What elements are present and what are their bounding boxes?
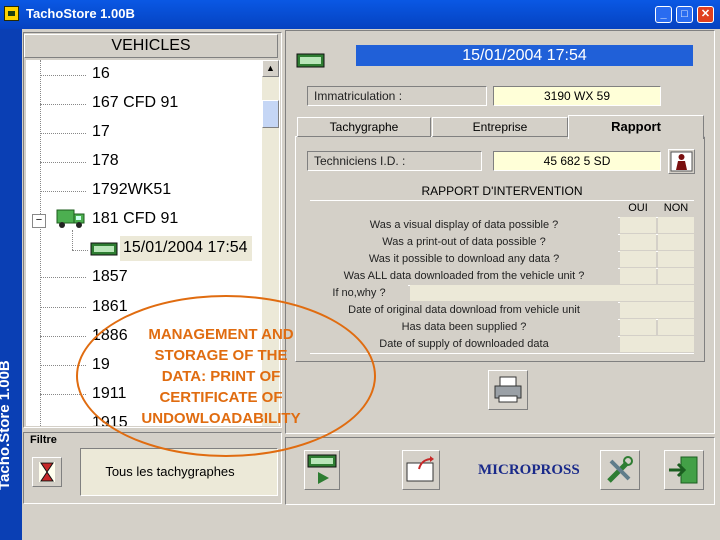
filter-button[interactable] — [32, 457, 62, 487]
tree-item[interactable]: 17 — [92, 123, 110, 141]
annotation-line: DATA: PRINT OF — [161, 368, 281, 385]
tree-expander[interactable]: − — [32, 214, 46, 228]
answer-non[interactable] — [658, 234, 694, 250]
print-button[interactable] — [488, 370, 528, 410]
tools-button[interactable] — [600, 450, 640, 490]
answer-non[interactable] — [658, 319, 694, 335]
answer-oui[interactable] — [620, 217, 656, 233]
tree-item[interactable]: 167 CFD 91 — [92, 94, 178, 112]
download-button[interactable] — [304, 450, 340, 490]
scroll-up-button[interactable]: ▲ — [262, 60, 279, 77]
immat-field[interactable]: 3190 WX 59 — [493, 86, 661, 106]
hourglass-icon — [39, 462, 55, 482]
question-label: Was ALL data downloaded from the vehicle… — [310, 268, 618, 284]
date-field[interactable] — [620, 336, 694, 352]
export-card-icon — [406, 456, 434, 482]
answer-oui[interactable] — [620, 251, 656, 267]
technician-button[interactable] — [668, 149, 695, 174]
annotation-text: MANAGEMENT AND STORAGE OF THE DATA: PRIN… — [128, 324, 314, 429]
micropross-logo: MICROPROSS — [478, 462, 580, 478]
answer-oui[interactable] — [620, 234, 656, 250]
question-row: Was it possible to download any data ? — [310, 251, 694, 269]
annotation-line: UNDOWLOADABILITY — [141, 410, 301, 427]
report-header-row: OUI NON — [310, 200, 694, 218]
question-label: Was a visual display of data possible ? — [310, 217, 618, 233]
vehicles-header: VEHICLES — [24, 34, 278, 58]
export-button[interactable] — [402, 450, 440, 490]
tools-icon — [607, 456, 633, 483]
maximize-button[interactable]: □ — [676, 6, 693, 23]
answer-non[interactable] — [658, 268, 694, 284]
annotation-line: MANAGEMENT AND — [148, 326, 294, 343]
scroll-thumb[interactable] — [262, 100, 279, 128]
tree-item[interactable]: 181 CFD 91 — [92, 210, 178, 228]
why-field[interactable] — [410, 285, 694, 301]
tachograph-play-icon — [307, 454, 337, 484]
filter-value: Tous les tachygraphes — [105, 464, 235, 479]
question-label: Has data been supplied ? — [310, 319, 618, 335]
tab-tachygraphe[interactable]: Tachygraphe — [297, 117, 431, 137]
exit-button[interactable] — [664, 450, 704, 490]
tachograph-icon — [90, 242, 118, 256]
filter-label: Filtre — [30, 434, 57, 446]
question-row: Was ALL data downloaded from the vehicle… — [310, 268, 694, 286]
tab-rapport[interactable]: Rapport — [568, 115, 704, 139]
report-title: RAPPORT D'INTERVENTION — [310, 183, 694, 201]
technician-icon — [670, 151, 693, 172]
tree-item-selected[interactable]: 15/01/2004 17:54 — [123, 239, 248, 257]
tech-field[interactable]: 45 682 5 SD — [493, 151, 661, 171]
answer-oui[interactable] — [620, 319, 656, 335]
minimize-button[interactable]: _ — [655, 6, 672, 23]
question-row: Was a visual display of data possible ? — [310, 217, 694, 235]
annotation-line: STORAGE OF THE — [154, 347, 288, 364]
question-row: Date of original data download from vehi… — [310, 302, 694, 320]
answer-oui[interactable] — [620, 268, 656, 284]
window-title: TachoStore 1.00B — [26, 6, 135, 21]
tab-entreprise[interactable]: Entreprise — [432, 117, 568, 137]
question-label: Date of original data download from vehi… — [310, 302, 618, 318]
question-row: Has data been supplied ? — [310, 319, 694, 337]
tree-item[interactable]: 1857 — [92, 268, 128, 286]
question-label: Was it possible to download any data ? — [310, 251, 618, 267]
truck-icon — [56, 209, 85, 228]
close-button[interactable]: ✕ — [697, 6, 714, 23]
printer-icon — [494, 376, 522, 403]
annotation-line: CERTIFICATE OF — [159, 389, 283, 406]
answer-non[interactable] — [658, 251, 694, 267]
question-label: Was a print-out of data possible ? — [310, 234, 618, 250]
question-row: If no,why ? — [310, 285, 694, 303]
tree-item[interactable]: 1861 — [92, 298, 128, 316]
date-field[interactable] — [620, 302, 694, 318]
tachograph-icon — [296, 53, 325, 68]
tech-label: Techniciens I.D. : — [314, 154, 406, 168]
app-icon — [4, 6, 19, 21]
answer-non[interactable] — [658, 217, 694, 233]
tree-item[interactable]: 1792WK51 — [92, 181, 171, 199]
tree-item[interactable]: 178 — [92, 152, 119, 170]
record-datetime: 15/01/2004 17:54 — [356, 45, 693, 66]
question-row: Was a print-out of data possible ? — [310, 234, 694, 252]
immat-label: Immatriculation : — [314, 89, 403, 103]
tree-item[interactable]: 16 — [92, 65, 110, 83]
col-non: NON — [663, 202, 689, 214]
question-label: If no,why ? — [310, 285, 408, 301]
col-oui: OUI — [628, 202, 648, 214]
exit-door-icon — [669, 456, 698, 484]
